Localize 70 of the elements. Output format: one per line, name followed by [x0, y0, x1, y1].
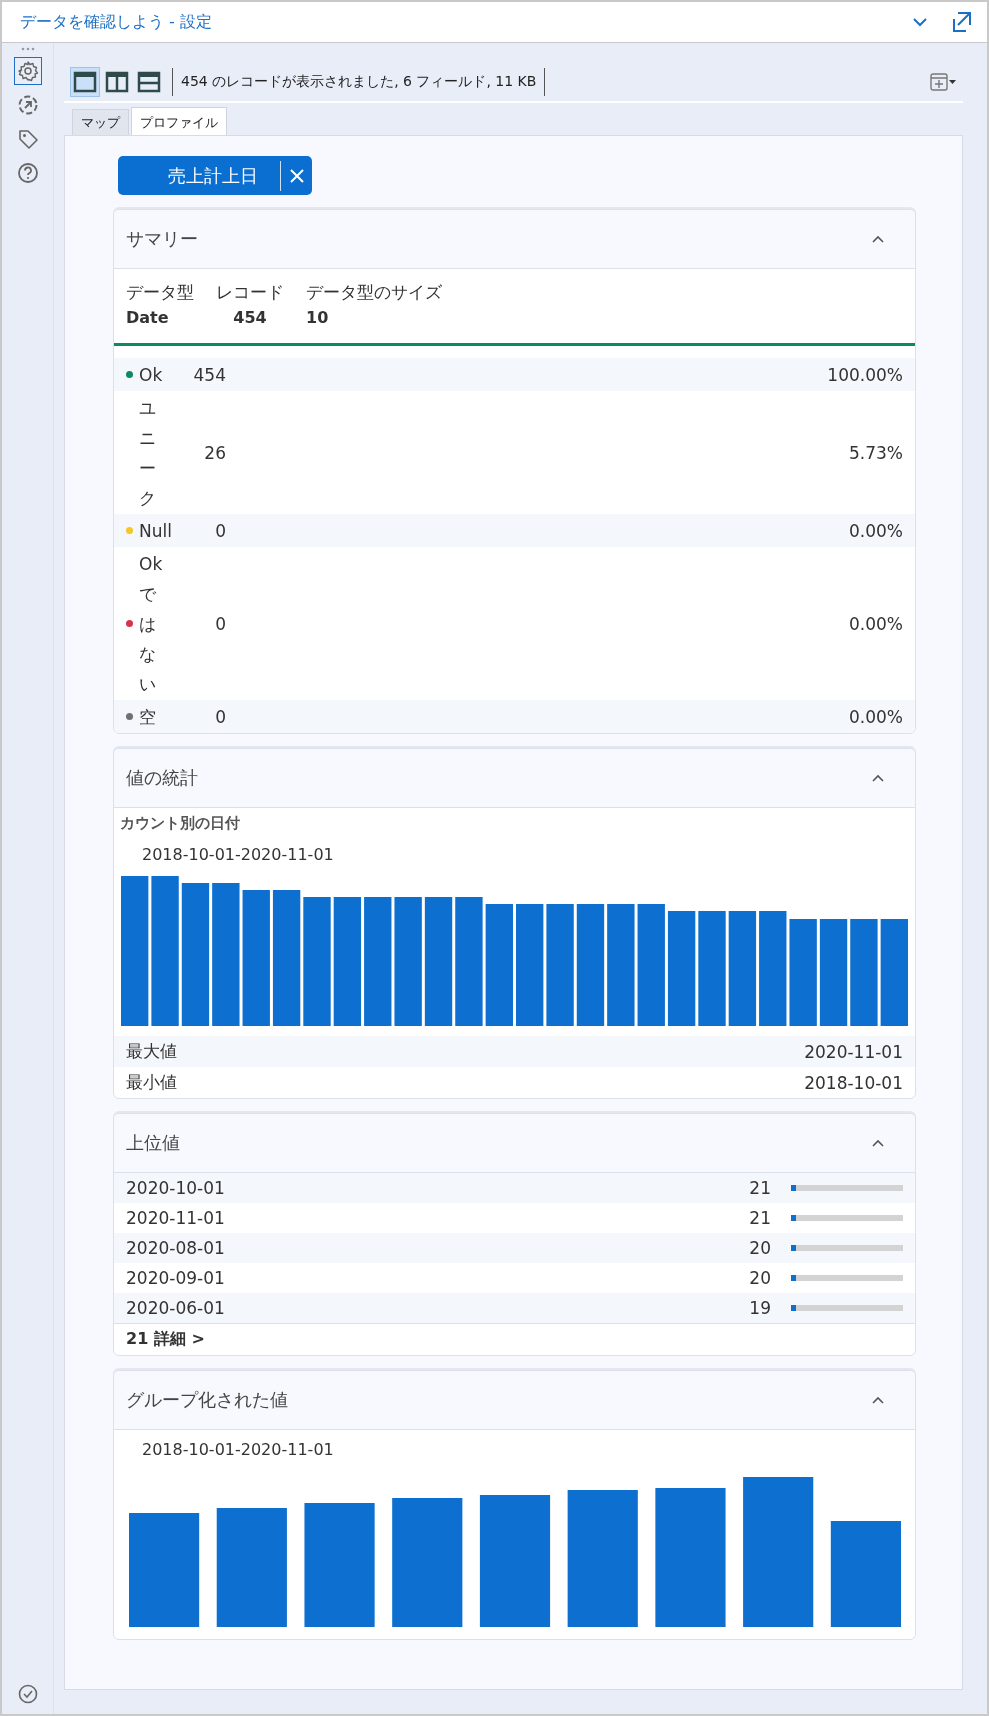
section-title: 上位値: [126, 1131, 181, 1155]
field-value: 10: [306, 308, 330, 327]
single-pane-icon: [73, 70, 97, 94]
plus-box-icon: [930, 73, 948, 91]
status-count: 0: [214, 613, 226, 634]
section-title: サマリー: [126, 227, 199, 251]
status-percent: 0.00%: [849, 520, 903, 541]
status-text: 454 のレコードが表示されました, 6 フィールド, 11 KB: [181, 73, 537, 91]
field-value: 454: [233, 308, 267, 327]
status-percent: 0.00%: [849, 613, 903, 634]
field-value: Date: [126, 308, 170, 327]
status-label: 空: [139, 705, 156, 729]
caret-icon: [948, 78, 957, 86]
layout-button[interactable]: [70, 67, 100, 97]
count-text: 20: [748, 1268, 771, 1288]
status-count: 0: [214, 706, 226, 727]
stat-label: 最小値: [126, 1071, 177, 1094]
section-title: グループ化された値: [126, 1388, 289, 1412]
field-name-button[interactable]: 売上計上日: [118, 156, 280, 195]
chart-title: カウント別の日付: [119, 813, 241, 833]
collapse-button[interactable]: [871, 234, 885, 244]
chevron-up-icon: [871, 1138, 885, 1148]
close-icon: [288, 167, 305, 184]
add-dropdown-button[interactable]: [930, 73, 957, 91]
status-label: Okではない: [139, 552, 163, 696]
collapse-button[interactable]: [871, 1138, 885, 1148]
section-title: 値の統計: [126, 766, 199, 790]
count-text: 21: [748, 1208, 771, 1228]
stat-value: 2020-11-01: [804, 1041, 903, 1062]
status-percent: 5.73%: [849, 442, 903, 463]
chevron-up-icon: [871, 1395, 885, 1405]
value-text: 2020-11-01: [126, 1208, 226, 1228]
chevron-up-icon: [871, 773, 885, 783]
stat-value: 2018-10-01: [804, 1072, 903, 1093]
field-label: データ型: [126, 281, 194, 304]
status-label: Ok: [139, 363, 163, 387]
collapse-button[interactable]: [871, 773, 885, 783]
help-icon: [16, 162, 39, 184]
settings-icon: [16, 60, 39, 82]
field-label: データ型のサイズ: [306, 281, 442, 304]
sidebar-button[interactable]: [13, 57, 42, 85]
status-label: ユニーク: [139, 396, 156, 510]
field-label: レコード: [216, 281, 284, 304]
status-count: 26: [203, 442, 226, 463]
count-text: 20: [748, 1238, 771, 1258]
chevron-up-icon: [871, 234, 885, 244]
range-label: 2018-10-01-2020-11-01: [141, 844, 335, 864]
status-label: Null: [139, 519, 172, 543]
range-label: 2018-10-01-2020-11-01: [141, 1439, 335, 1459]
count-text: 19: [748, 1298, 771, 1318]
tab[interactable]: マップ: [72, 109, 129, 135]
count-text: 21: [748, 1178, 771, 1198]
value-text: 2020-09-01: [126, 1268, 226, 1288]
two-column-icon: [105, 70, 129, 94]
more-details-link[interactable]: 21 詳細 >: [126, 1329, 205, 1350]
status-percent: 0.00%: [849, 706, 903, 727]
collapse-button[interactable]: [871, 1395, 885, 1405]
tag-icon: [16, 128, 39, 150]
tab[interactable]: プロファイル: [131, 107, 227, 135]
value-text: 2020-06-01: [126, 1298, 226, 1318]
two-row-icon: [137, 70, 161, 94]
check-circle-icon[interactable]: [17, 1684, 38, 1704]
value-text: 2020-10-01: [126, 1178, 226, 1198]
stat-label: 最大値: [126, 1040, 177, 1063]
value-text: 2020-08-01: [126, 1238, 226, 1258]
window-title: データを確認しよう - 設定: [20, 11, 213, 33]
status-count: 454: [192, 364, 226, 385]
status-percent: 100.00%: [827, 364, 903, 385]
grip-dots-icon[interactable]: [20, 47, 35, 51]
status-count: 0: [214, 520, 226, 541]
